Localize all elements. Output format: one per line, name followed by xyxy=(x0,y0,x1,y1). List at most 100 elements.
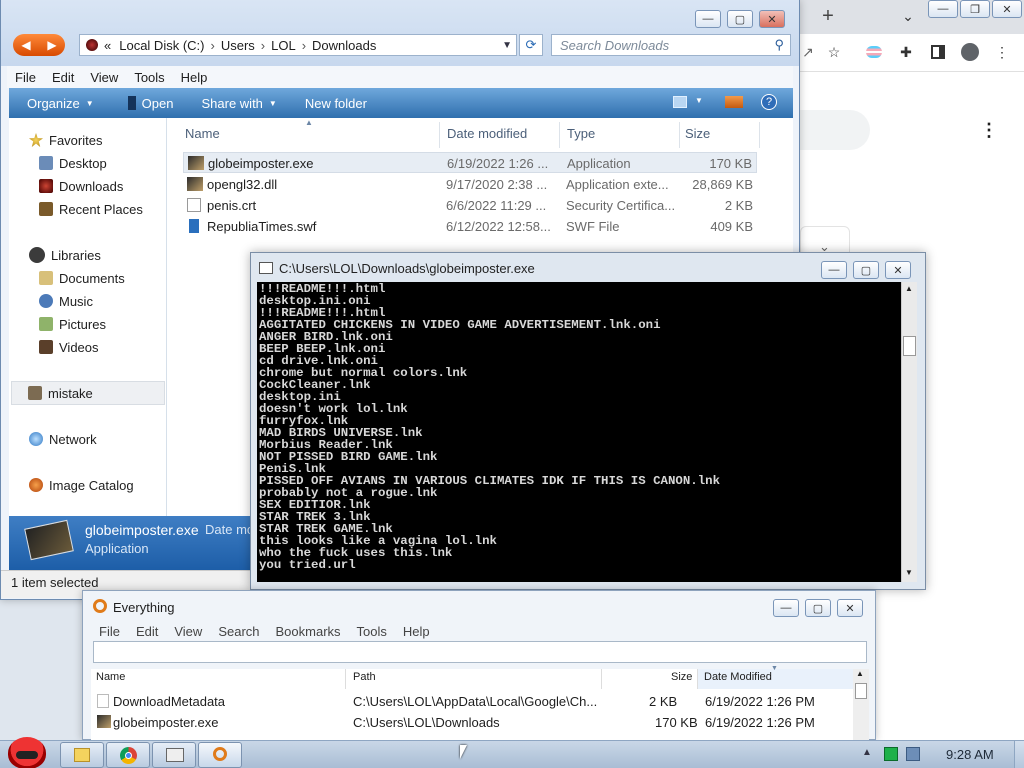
scroll-thumb[interactable] xyxy=(855,683,867,699)
forward-arrow-icon[interactable]: ▶ xyxy=(47,38,56,52)
nav-desktop[interactable]: Desktop xyxy=(39,153,107,173)
chrome-search-box[interactable] xyxy=(800,110,870,150)
nav-pictures[interactable]: Pictures xyxy=(39,314,106,334)
bookmark-star-icon[interactable]: ☆ xyxy=(816,40,852,64)
breadcrumb-downloads[interactable]: Downloads xyxy=(312,38,376,53)
console-scrollbar[interactable]: ▲ ▼ xyxy=(901,282,917,582)
ev-menu-help[interactable]: Help xyxy=(395,624,438,639)
menu-edit[interactable]: Edit xyxy=(44,70,82,85)
menu-tools[interactable]: Tools xyxy=(126,70,172,85)
ev-column-size[interactable]: Size xyxy=(671,671,692,683)
console-maximize-button[interactable]: ▢ xyxy=(853,261,879,279)
file-row[interactable]: penis.crt 6/6/2022 11:29 ... Security Ce… xyxy=(183,195,757,216)
side-panel-icon[interactable] xyxy=(920,40,956,64)
extension-flag-icon[interactable] xyxy=(856,40,892,64)
explorer-close-button[interactable]: ✕ xyxy=(759,10,785,28)
ev-menu-tools[interactable]: Tools xyxy=(349,624,395,639)
everything-scrollbar[interactable]: ▲ xyxy=(853,669,869,741)
menu-file[interactable]: File xyxy=(7,70,44,85)
column-name[interactable]: Name xyxy=(185,126,220,141)
column-size[interactable]: Size xyxy=(685,126,710,141)
menu-help[interactable]: Help xyxy=(173,70,216,85)
extensions-puzzle-icon[interactable]: ✚ xyxy=(888,40,924,64)
taskbar-everything[interactable] xyxy=(198,742,242,768)
ev-column-date[interactable]: Date Modified xyxy=(704,671,772,683)
network-tray-icon[interactable] xyxy=(906,747,920,761)
breadcrumb-back[interactable]: « xyxy=(104,38,111,53)
scroll-up-icon[interactable]: ▲ xyxy=(905,284,913,293)
column-separator[interactable] xyxy=(679,122,680,148)
file-row[interactable]: RepubliaTimes.swf 6/12/2022 12:58... SWF… xyxy=(183,216,757,237)
nav-documents[interactable]: Documents xyxy=(39,268,125,288)
dropdown-icon[interactable]: ▼ xyxy=(695,96,703,105)
clock[interactable]: 9:28 AM xyxy=(946,747,994,762)
nav-videos[interactable]: Videos xyxy=(39,337,99,357)
everything-minimize-button[interactable]: — xyxy=(773,599,799,617)
open-button[interactable]: Open xyxy=(108,96,188,111)
scroll-up-icon[interactable]: ▲ xyxy=(856,669,864,678)
column-separator[interactable] xyxy=(601,669,602,689)
ev-menu-view[interactable]: View xyxy=(166,624,210,639)
back-arrow-icon[interactable]: ◀ xyxy=(21,38,30,52)
chrome-restore-button[interactable]: ❐ xyxy=(960,0,990,18)
refresh-icon[interactable]: ⟳ xyxy=(519,34,543,56)
column-separator[interactable] xyxy=(559,122,560,148)
column-date-modified[interactable]: Date modified xyxy=(447,126,527,141)
explorer-minimize-button[interactable]: — xyxy=(695,10,721,28)
column-separator[interactable] xyxy=(345,669,346,689)
new-folder-button[interactable]: New folder xyxy=(291,96,381,111)
ev-column-path[interactable]: Path xyxy=(353,671,376,683)
everything-maximize-button[interactable]: ▢ xyxy=(805,599,831,617)
taskbar-explorer[interactable] xyxy=(60,742,104,768)
everything-search-input[interactable] xyxy=(93,641,867,663)
nav-favorites[interactable]: Favorites xyxy=(29,130,102,150)
ev-menu-search[interactable]: Search xyxy=(210,624,267,639)
taskbar-console[interactable] xyxy=(152,742,196,768)
show-desktop-button[interactable] xyxy=(1014,741,1024,768)
tab-search-icon[interactable]: ⌄ xyxy=(890,4,926,28)
file-row[interactable]: opengl32.dll 9/17/2020 2:38 ... Applicat… xyxy=(183,174,757,195)
organize-button[interactable]: Organize ▼ xyxy=(9,96,108,111)
ev-column-name[interactable]: Name xyxy=(96,671,125,683)
breadcrumb-users[interactable]: Users xyxy=(221,38,255,53)
battery-icon[interactable] xyxy=(884,747,898,761)
address-dropdown-icon[interactable]: ▼ xyxy=(502,40,512,51)
start-button-angry-bird[interactable] xyxy=(4,731,50,768)
nav-music[interactable]: Music xyxy=(39,291,93,311)
nav-image-catalog[interactable]: Image Catalog xyxy=(29,475,134,495)
help-icon[interactable]: ? xyxy=(761,94,777,110)
preview-pane-icon[interactable] xyxy=(725,96,743,108)
breadcrumb-lol[interactable]: LOL xyxy=(271,38,296,53)
taskbar-chrome[interactable] xyxy=(106,742,150,768)
ev-menu-edit[interactable]: Edit xyxy=(128,624,166,639)
page-menu-icon[interactable]: ⋮ xyxy=(980,120,998,141)
nav-network[interactable]: Network xyxy=(29,429,97,449)
nav-recent-places[interactable]: Recent Places xyxy=(39,199,143,219)
address-bar[interactable]: « Local Disk (C:) › Users › LOL › Downlo… xyxy=(79,34,517,56)
file-row-selected[interactable]: globeimposter.exe 6/19/2022 1:26 ... App… xyxy=(183,152,757,173)
menu-view[interactable]: View xyxy=(82,70,126,85)
console-output[interactable]: !!!README!!!.html desktop.ini.oni !!!REA… xyxy=(257,282,901,582)
ev-result-row[interactable]: globeimposter.exe C:\Users\LOL\Downloads… xyxy=(91,712,853,732)
scroll-down-icon[interactable]: ▼ xyxy=(905,568,913,577)
profile-avatar[interactable] xyxy=(952,40,988,64)
view-options-icon[interactable] xyxy=(673,96,687,108)
everything-close-button[interactable]: ✕ xyxy=(837,599,863,617)
console-close-button[interactable]: ✕ xyxy=(885,261,911,279)
ev-menu-bookmarks[interactable]: Bookmarks xyxy=(268,624,349,639)
chrome-minimize-button[interactable]: — xyxy=(928,0,958,18)
back-forward-buttons[interactable]: ◀ ▶ xyxy=(13,34,65,56)
new-tab-icon[interactable]: + xyxy=(810,4,846,28)
ev-menu-file[interactable]: File xyxy=(91,624,128,639)
chrome-close-button[interactable]: ✕ xyxy=(992,0,1022,18)
search-icon[interactable]: ⚲ xyxy=(774,37,784,53)
breadcrumb-local-disk[interactable]: Local Disk (C:) xyxy=(119,38,204,53)
column-separator[interactable] xyxy=(759,122,760,148)
nav-mistake[interactable]: mistake xyxy=(11,381,165,405)
search-downloads-input[interactable]: Search Downloads ⚲ xyxy=(551,34,791,56)
scroll-thumb[interactable] xyxy=(903,336,916,356)
column-separator[interactable] xyxy=(439,122,440,148)
explorer-maximize-button[interactable]: ▢ xyxy=(727,10,753,28)
ev-result-row[interactable]: DownloadMetadata C:\Users\LOL\AppData\Lo… xyxy=(91,691,853,711)
nav-downloads[interactable]: Downloads xyxy=(39,176,123,196)
